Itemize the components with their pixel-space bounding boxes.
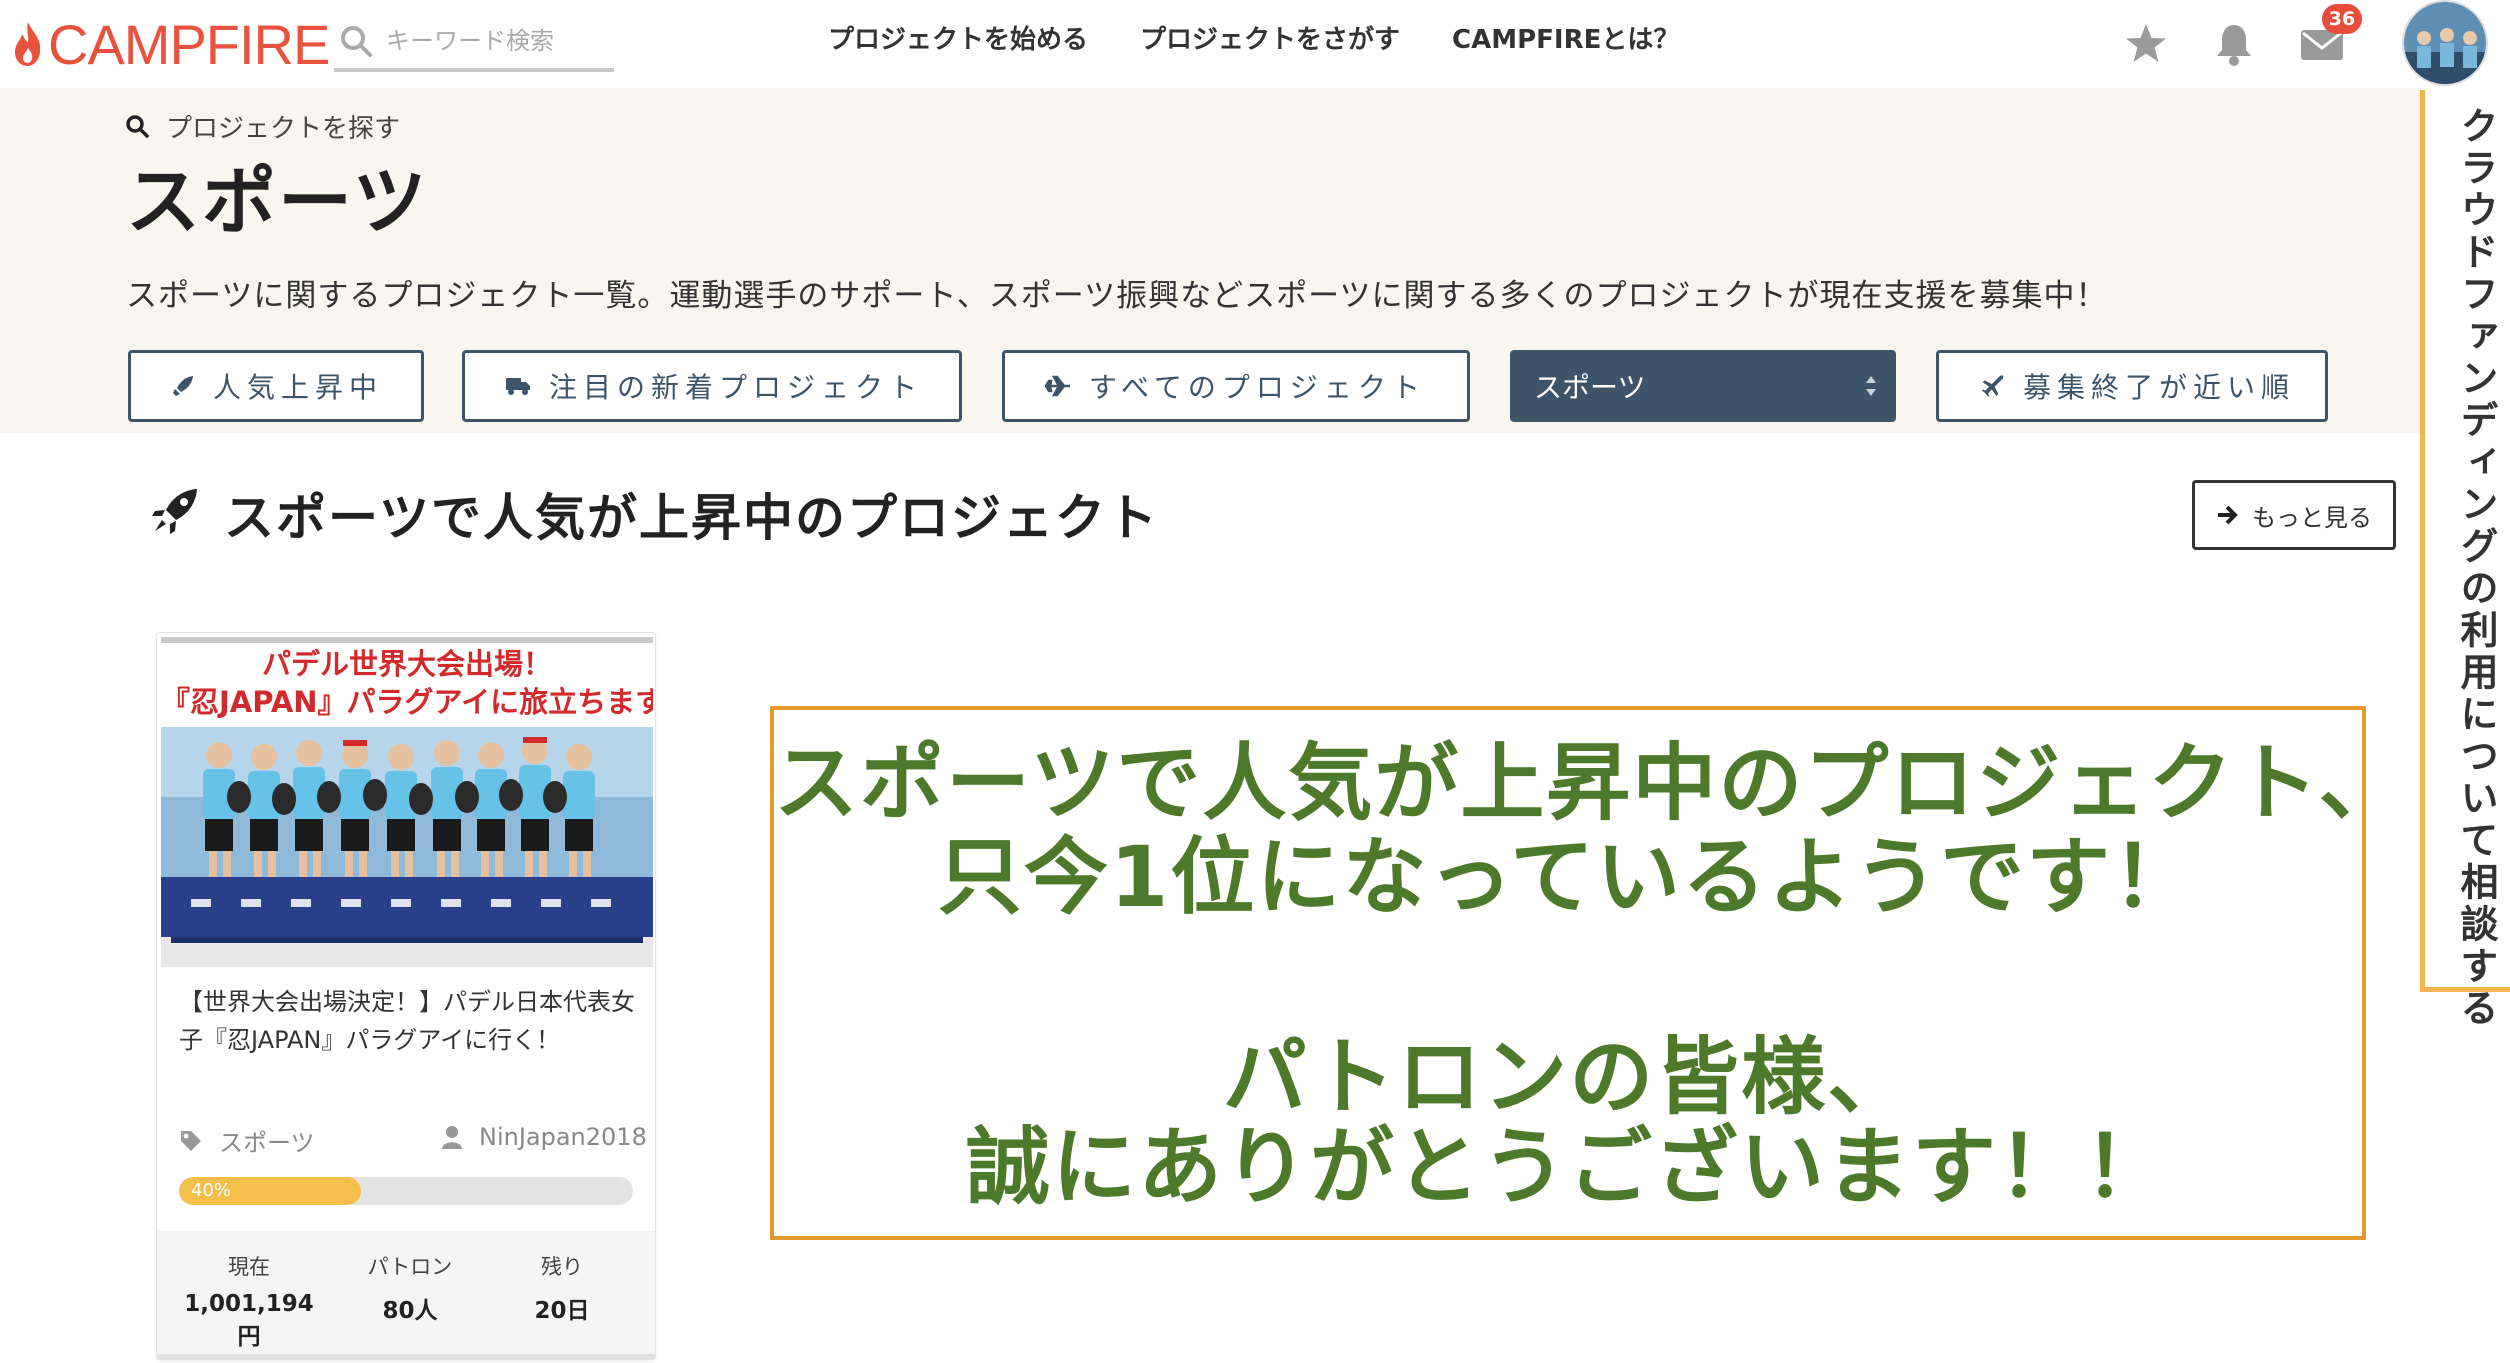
section-title: スポーツで人気が上昇中のプロジェクト	[224, 489, 1159, 547]
stat-value: 20日	[534, 1298, 590, 1324]
search-icon	[341, 26, 372, 57]
logo-text: CAMPFIRE	[48, 12, 330, 76]
annotation-line: 只今1位になっているようです！	[937, 828, 2199, 926]
search-input[interactable]	[384, 26, 604, 56]
flame-icon	[15, 22, 41, 66]
stat-current-amount: 現在 1,001,194円	[174, 1251, 324, 1351]
filter-ending-soon-button[interactable]: 募集終了が近い順	[1936, 350, 2328, 422]
project-owner-name: NinJapan2018	[479, 1123, 647, 1151]
filter-popular-button[interactable]: 人気上昇中	[128, 350, 424, 422]
filter-popular-label: 人気上昇中	[213, 371, 384, 404]
breadcrumb[interactable]: プロジェクトを探す	[124, 108, 400, 144]
stat-days-left: 残り 20日	[487, 1251, 637, 1325]
arrow-right-icon	[2218, 505, 2238, 525]
funding-progress-bar: 40%	[179, 1177, 633, 1205]
consultation-side-tab[interactable]: クラウドファンディングの利用について相談する	[2420, 90, 2510, 1030]
stat-label: 現在	[228, 1255, 270, 1279]
page-description: スポーツに関するプロジェクト一覧。運動選手のサポート、スポーツ振興などスポーツに…	[126, 278, 2108, 314]
filter-ending-soon-label: 募集終了が近い順	[2023, 371, 2296, 404]
annotation-line: 誠にありがとうございます！！	[965, 1118, 2170, 1216]
user-icon	[442, 1126, 462, 1149]
top-navigation: CAMPFIRE プロジェクトを始める プロジェクトをさがす CAMPFIREと…	[0, 0, 2510, 88]
page-title: スポーツ	[126, 159, 429, 245]
star-icon[interactable]	[2116, 14, 2176, 74]
side-tab-label: クラウドファンディングの利用について相談する	[2454, 106, 2498, 1030]
category-select[interactable]: スポーツ	[1510, 350, 1896, 422]
message-count-badge: 36	[2322, 4, 2362, 34]
nav-about-campfire[interactable]: CAMPFIREとは？	[1452, 20, 1679, 60]
select-arrows-icon	[1866, 376, 1876, 396]
thumbnail-subheadline: 『忍JAPAN』パラグアイに旅立ちます	[161, 685, 653, 719]
breadcrumb-label: プロジェクトを探す	[166, 113, 401, 144]
filter-new-label: 注目の新着プロジェクト	[549, 371, 924, 404]
annotation-box: スポーツで人気が上昇中のプロジェクト、 只今1位になっているようです！ パトロン…	[770, 706, 2403, 1240]
filter-new-button[interactable]: 注目の新着プロジェクト	[462, 350, 962, 422]
nav-find-project[interactable]: プロジェクトをさがす	[1140, 20, 1400, 60]
tag-icon	[181, 1130, 201, 1151]
bell-icon[interactable]	[2204, 14, 2264, 74]
campfire-logo[interactable]: CAMPFIRE	[12, 12, 330, 76]
filter-all-label: すべてのプロジェクト	[1089, 371, 1426, 404]
project-thumbnail[interactable]: パデル世界大会出場！ 『忍JAPAN』パラグアイに旅立ちます	[161, 637, 653, 967]
plane-icon	[1981, 375, 2004, 397]
thumbnail-headline: パデル世界大会出場！	[261, 647, 552, 681]
rocket-icon	[173, 376, 193, 396]
search-icon	[126, 115, 149, 138]
filter-all-button[interactable]: すべてのプロジェクト	[1002, 350, 1470, 422]
progress-fill: 40%	[179, 1177, 361, 1205]
project-owner[interactable]: NinJapan2018	[441, 1123, 647, 1151]
stat-label: パトロン	[367, 1255, 453, 1279]
stat-label: 残り	[541, 1255, 583, 1279]
project-category[interactable]: スポーツ	[179, 1123, 315, 1158]
project-title[interactable]: 【世界大会出場決定！】パデル日本代表女子『忍JAPAN』パラグアイに行く！	[179, 983, 639, 1059]
project-card[interactable]: パデル世界大会出場！ 『忍JAPAN』パラグアイに旅立ちます 【世界大会出場決定…	[156, 632, 656, 1360]
stat-value: 1,001,194円	[184, 1291, 314, 1350]
truck-icon	[506, 378, 530, 395]
project-category-label: スポーツ	[219, 1129, 315, 1157]
rocket-icon	[152, 489, 197, 534]
stat-patrons: パトロン 80人	[335, 1251, 485, 1325]
nav-start-project[interactable]: プロジェクトを始める	[828, 20, 1088, 60]
category-select-value: スポーツ	[1534, 371, 1646, 404]
plane-icon	[1045, 375, 1070, 397]
stat-value: 80人	[382, 1298, 438, 1324]
project-stats: 現在 1,001,194円 パトロン 80人 残り 20日	[157, 1231, 655, 1354]
user-avatar[interactable]	[2402, 0, 2488, 86]
see-more-button[interactable]: もっと見る	[2192, 480, 2396, 550]
search-box[interactable]	[334, 14, 614, 72]
see-more-label: もっと見る	[2252, 503, 2372, 532]
